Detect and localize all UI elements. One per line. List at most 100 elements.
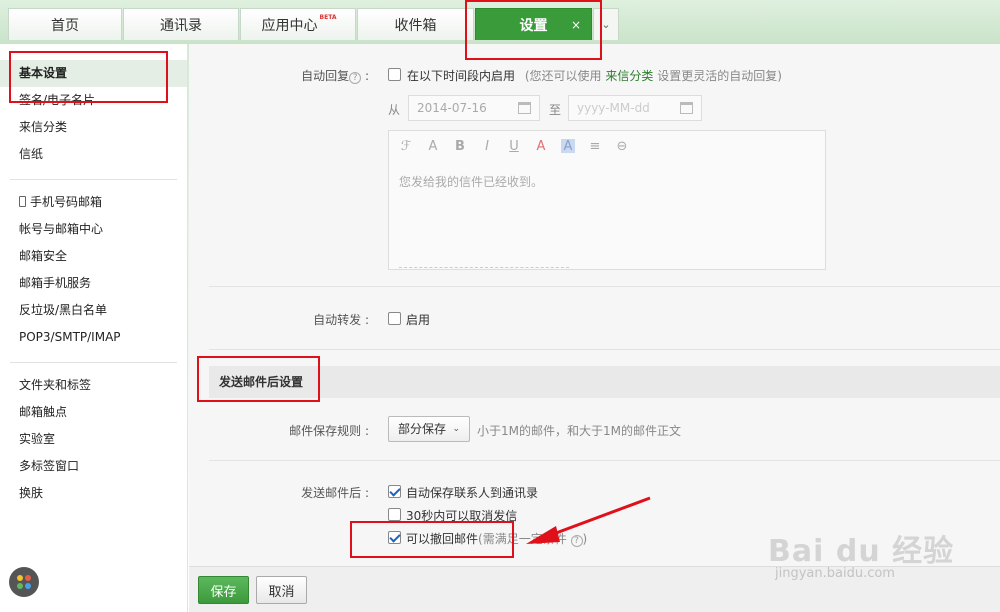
sidebar-item-label: 反垃圾/黑白名单 [19, 303, 108, 317]
sidebar-item-stationery[interactable]: 信纸 [0, 141, 187, 168]
tab-label: 设置 [519, 17, 548, 34]
calendar-icon[interactable] [518, 102, 531, 114]
help-icon[interactable]: ? [349, 72, 362, 84]
hint-text: (您还可以使用 [524, 69, 602, 83]
sidebar-item-skin[interactable]: 换肤 [0, 480, 187, 507]
chevron-down-icon: ⌄ [452, 424, 460, 434]
tab-label: 收件箱 [394, 17, 437, 34]
save-rule-label: 邮件保存规则 : [289, 424, 369, 438]
app-launcher-icon[interactable] [9, 567, 39, 597]
mail-filter-link[interactable]: 来信分类 [605, 69, 653, 83]
sidebar-item-label: 邮箱触点 [19, 405, 68, 419]
sidebar-item-basic-settings[interactable]: 基本设置 [0, 60, 187, 87]
sidebar-item-label: POP3/SMTP/IMAP [19, 330, 121, 344]
close-icon[interactable]: × [571, 18, 581, 32]
cancel-button-label: 取消 [268, 584, 295, 600]
sidebar-item-label: 邮箱手机服务 [19, 276, 92, 290]
field-label: 自动回复 [301, 69, 350, 83]
auto-reply-editor[interactable]: ℱ A B I U A A ≡ ⊖ 您发给我的信件已经收到。 [388, 130, 826, 270]
sidebar-item-mobile-service[interactable]: 邮箱手机服务 [0, 270, 187, 297]
undo-send-label: 30秒内可以取消发信 [406, 509, 518, 523]
sidebar-item-label: 多标签窗口 [19, 459, 80, 473]
tab-home[interactable]: 首页 [8, 8, 122, 40]
tab-inbox[interactable]: 收件箱 [357, 8, 474, 40]
auto-reply-enable-checkbox[interactable] [388, 68, 401, 81]
auto-reply-body-text[interactable]: 您发给我的信件已经收到。 [399, 173, 543, 190]
end-date-input[interactable]: yyyy-MM-dd [568, 95, 702, 121]
to-label: 至 [549, 103, 562, 117]
from-label: 从 [388, 103, 401, 117]
tab-app-center[interactable]: 应用中心 BETA [240, 8, 356, 40]
auto-forward-checkbox-label: 启用 [406, 313, 431, 327]
sidebar-item-folders-tags[interactable]: 文件夹和标签 [0, 372, 187, 399]
sidebar-item-mailbox-touchpoints[interactable]: 邮箱触点 [0, 399, 187, 426]
field-label: 自动转发 [313, 313, 362, 327]
font-size-icon[interactable]: A [426, 139, 440, 154]
link-icon[interactable]: ⊖ [615, 139, 629, 154]
text-color-icon[interactable]: A [534, 139, 548, 154]
section-title: 发送邮件后设置 [219, 375, 304, 389]
sidebar-item-multi-tab-window[interactable]: 多标签窗口 [0, 453, 187, 480]
start-date-value: 2014-07-16 [417, 101, 487, 115]
sidebar-item-antispam[interactable]: 反垃圾/黑白名单 [0, 297, 187, 324]
sidebar-item-label: 帐号与邮箱中心 [19, 222, 104, 236]
tab-contacts[interactable]: 通讯录 [123, 8, 239, 40]
save-button[interactable]: 保存 [198, 576, 249, 604]
font-icon[interactable]: ℱ [399, 139, 413, 154]
sidebar-item-signature[interactable]: 签名/电子名片 [0, 87, 187, 114]
auto-reply-label: 自动回复? : [301, 69, 369, 84]
sidebar-item-mail-filter[interactable]: 来信分类 [0, 114, 187, 141]
row-divider [209, 349, 1000, 350]
auto-save-contacts-checkbox[interactable] [388, 485, 401, 498]
auto-reply-options-line: 在以下时间段内启用 (您还可以使用 来信分类 设置更灵活的自动回复) [407, 67, 782, 84]
editor-resize-handle[interactable] [399, 267, 569, 268]
auto-forward-label: 自动转发 : [313, 313, 369, 327]
hint-text: 设置更灵活的自动回复) [657, 69, 782, 83]
phone-icon [19, 196, 26, 207]
row-divider [209, 460, 1000, 461]
editor-toolbar: ℱ A B I U A A ≡ ⊖ [399, 139, 629, 154]
recall-mail-label-line: 可以撤回邮件(需满足一定条件 ?) [406, 532, 588, 547]
sidebar-item-label: 文件夹和标签 [19, 378, 92, 392]
sidebar-item-label: 手机号码邮箱 [30, 195, 103, 209]
checkbox-label: 在以下时间段内启用 [407, 69, 516, 83]
calendar-icon[interactable] [680, 102, 693, 114]
save-rule-select[interactable]: 部分保存 ⌄ [388, 416, 470, 442]
auto-forward-checkbox[interactable] [388, 312, 401, 325]
tab-settings[interactable]: 设置 × [475, 8, 592, 40]
tab-label: 首页 [51, 17, 79, 34]
bold-icon[interactable]: B [453, 139, 467, 154]
save-rule-description: 小于1M的邮件，和大于1M的邮件正文 [477, 424, 681, 438]
row-divider [209, 286, 1000, 287]
align-icon[interactable]: ≡ [588, 139, 602, 154]
sidebar-item-mailbox-security[interactable]: 邮箱安全 [0, 243, 187, 270]
field-label: 邮件保存规则 [289, 424, 362, 438]
baidu-watermark-url: jingyan.baidu.com [775, 566, 895, 581]
auto-save-contacts-label: 自动保存联系人到通讯录 [406, 486, 539, 500]
background-color-icon[interactable]: A [561, 139, 575, 154]
beta-badge: BETA [319, 14, 337, 21]
chevron-down-icon[interactable]: ⌄ [593, 8, 619, 40]
italic-icon[interactable]: I [480, 139, 494, 154]
recall-mail-checkbox[interactable] [388, 531, 401, 544]
sidebar-item-lab[interactable]: 实验室 [0, 426, 187, 453]
tab-label: 应用中心 [261, 17, 318, 34]
sidebar-item-label: 基本设置 [19, 66, 68, 80]
after-send-label: 发送邮件后 : [301, 486, 369, 500]
start-date-input[interactable]: 2014-07-16 [408, 95, 540, 121]
end-date-placeholder: yyyy-MM-dd [577, 101, 650, 115]
undo-send-checkbox[interactable] [388, 508, 401, 521]
sidebar-item-label: 来信分类 [19, 120, 68, 134]
sidebar-item-pop3-smtp-imap[interactable]: POP3/SMTP/IMAP [0, 324, 187, 351]
cancel-button[interactable]: 取消 [256, 576, 307, 604]
recall-mail-note: (需满足一定条件 [478, 532, 567, 546]
sidebar-item-account-center[interactable]: 帐号与邮箱中心 [0, 216, 187, 243]
underline-icon[interactable]: U [507, 139, 521, 154]
sidebar-divider [10, 362, 177, 363]
sidebar-item-label: 签名/电子名片 [19, 93, 96, 107]
sidebar-item-label: 实验室 [19, 432, 56, 446]
baidu-watermark-logo: Bai du 经验 [768, 534, 955, 569]
help-icon[interactable]: ? [570, 535, 583, 547]
sidebar-item-phone-mailbox[interactable]: 手机号码邮箱 [0, 189, 187, 216]
sidebar-item-label: 换肤 [19, 486, 44, 500]
